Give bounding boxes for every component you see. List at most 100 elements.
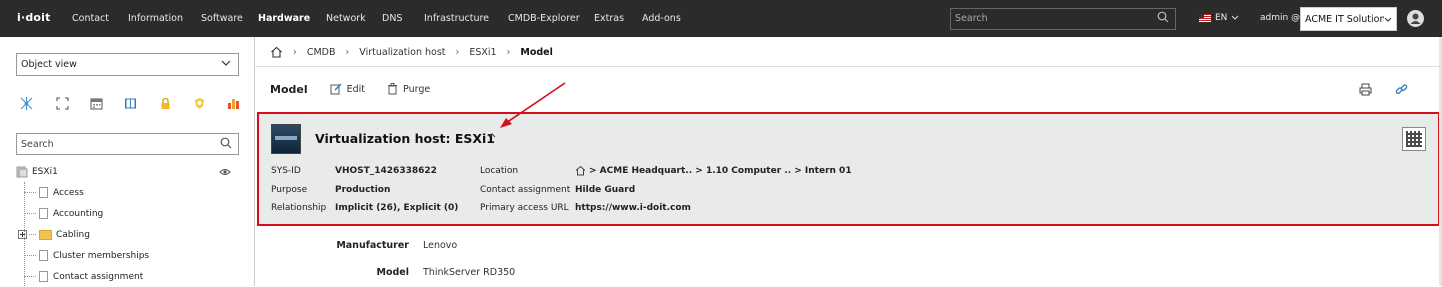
global-search-input[interactable]: Search <box>950 8 1176 30</box>
nav-dns[interactable]: DNS <box>382 13 424 24</box>
divider <box>255 66 1442 67</box>
tree-branch-line <box>24 255 36 256</box>
url-value[interactable]: https://www.i-doit.com <box>575 203 691 213</box>
breadcrumb-separator: › <box>345 46 350 58</box>
relationship-label: Relationship <box>271 203 327 213</box>
tree-root[interactable]: ESXi1 <box>16 161 236 182</box>
lock-icon[interactable] <box>159 97 172 110</box>
chevron-down-icon <box>221 60 231 66</box>
tree-item[interactable]: Access <box>16 182 236 203</box>
search-icon[interactable] <box>220 137 232 149</box>
sidebar-toolbar <box>20 97 245 111</box>
home-icon[interactable] <box>270 46 283 58</box>
manufacturer-value: Lenovo <box>423 240 458 251</box>
tree-item[interactable]: Accounting <box>16 203 236 224</box>
nav-infrastructure[interactable]: Infrastructure <box>424 13 508 24</box>
eye-icon[interactable] <box>219 168 231 176</box>
breadcrumb-cmdb[interactable]: CMDB <box>307 47 336 58</box>
purge-button[interactable]: Purge <box>387 83 430 95</box>
print-icon[interactable] <box>1359 83 1372 96</box>
nav-hardware[interactable]: Hardware <box>258 13 326 24</box>
breadcrumb-object[interactable]: ESXi1 <box>469 47 496 58</box>
tree-item[interactable]: Cluster memberships <box>16 245 236 266</box>
nav-information[interactable]: Information <box>128 13 201 24</box>
language-selector[interactable]: EN <box>1199 13 1239 23</box>
user-name: admin @ <box>1260 13 1301 23</box>
tree-item-label: Access <box>53 187 84 198</box>
nav-extras[interactable]: Extras <box>594 13 642 24</box>
breadcrumb-current: Model <box>520 46 553 58</box>
annotation-arrow <box>500 82 566 128</box>
tenant-select[interactable]: ACME IT Solution <box>1300 7 1397 31</box>
tree-branch-line <box>24 276 36 277</box>
search-icon[interactable] <box>1157 11 1169 23</box>
tree-root-label: ESXi1 <box>32 166 58 177</box>
view-select-label: Object view <box>21 59 77 70</box>
breadcrumb-object-type[interactable]: Virtualization host <box>359 47 445 58</box>
tree-branch-line <box>24 213 36 214</box>
tree-item-label: Accounting <box>53 208 104 219</box>
expand-icon[interactable] <box>56 97 69 110</box>
tenant-label: ACME IT Solution <box>1305 14 1386 25</box>
expand-plus-icon[interactable] <box>18 230 27 239</box>
badge-icon[interactable] <box>193 97 206 110</box>
calendar-icon[interactable] <box>90 97 103 110</box>
qr-code-icon[interactable] <box>1402 127 1426 151</box>
purge-label: Purge <box>403 83 431 95</box>
tree-item-label: Cabling <box>56 229 90 240</box>
tree-item[interactable]: Cabling <box>16 224 236 245</box>
bar-chart-icon[interactable] <box>227 97 240 110</box>
edit-label: Edit <box>346 83 366 95</box>
purpose-label: Purpose <box>271 185 308 195</box>
document-icon <box>39 208 48 219</box>
nav-network[interactable]: Network <box>326 13 382 24</box>
edit-icon <box>330 83 342 95</box>
purpose-value: Production <box>335 185 391 195</box>
location-label: Location <box>480 166 519 176</box>
breadcrumb-separator: › <box>455 46 460 58</box>
us-flag-icon <box>1199 14 1211 22</box>
trash-icon <box>388 83 398 95</box>
tree-branch-line <box>24 192 36 193</box>
url-label: Primary access URL <box>480 203 569 213</box>
book-icon[interactable] <box>124 97 137 110</box>
breadcrumb: › CMDB › Virtualization host › ESXi1 › M… <box>270 40 553 64</box>
relationship-value[interactable]: Implicit (26), Explicit (0) <box>335 203 458 213</box>
relations-icon[interactable] <box>20 97 33 110</box>
user-icon <box>1410 13 1421 24</box>
contact-value[interactable]: Hilde Guard <box>575 185 635 195</box>
nav-contact[interactable]: Contact <box>72 13 128 24</box>
sysid-label: SYS-ID <box>271 166 301 176</box>
tree-item[interactable]: Contact assignment <box>16 266 236 287</box>
document-icon <box>39 250 48 261</box>
nav-add-ons[interactable]: Add-ons <box>642 13 692 24</box>
object-header-panel: Virtualization host: ESXi1 SYS-ID VHOST_… <box>257 112 1440 226</box>
user-avatar[interactable] <box>1407 10 1424 27</box>
edit-button[interactable]: Edit <box>330 83 365 95</box>
tree-guide-line <box>24 182 25 286</box>
object-title: Virtualization host: ESXi1 <box>315 131 496 146</box>
object-tree: ESXi1 Access Accounting Cabling Cluster … <box>16 161 236 287</box>
nav-software[interactable]: Software <box>201 13 258 24</box>
chevron-down-icon <box>1384 17 1392 23</box>
model-label: Model <box>376 267 409 278</box>
manufacturer-label: Manufacturer <box>336 240 409 251</box>
chevron-up-icon[interactable] <box>487 132 497 139</box>
nav-cmdb-explorer[interactable]: CMDB-Explorer <box>508 13 594 24</box>
model-value: ThinkServer RD350 <box>423 267 516 278</box>
main-menu: Contact Information Software Hardware Ne… <box>72 0 692 37</box>
view-select[interactable]: Object view <box>16 53 239 76</box>
language-label: EN <box>1215 13 1228 23</box>
link-icon[interactable] <box>1395 83 1408 96</box>
home-icon[interactable] <box>575 165 586 176</box>
folder-icon <box>39 229 52 240</box>
location-value[interactable]: > ACME Headquart.. > 1.10 Computer .. > … <box>589 166 852 176</box>
breadcrumb-separator: › <box>506 46 511 58</box>
sidebar-search-input[interactable]: Search <box>16 133 239 155</box>
document-icon <box>39 271 48 282</box>
server-icon <box>16 166 28 177</box>
app-logo[interactable]: i·doit <box>17 11 51 24</box>
top-navigation-bar: i·doit Contact Information Software Hard… <box>0 0 1442 37</box>
breadcrumb-separator: › <box>293 46 297 58</box>
tree-item-label: Contact assignment <box>53 271 144 282</box>
